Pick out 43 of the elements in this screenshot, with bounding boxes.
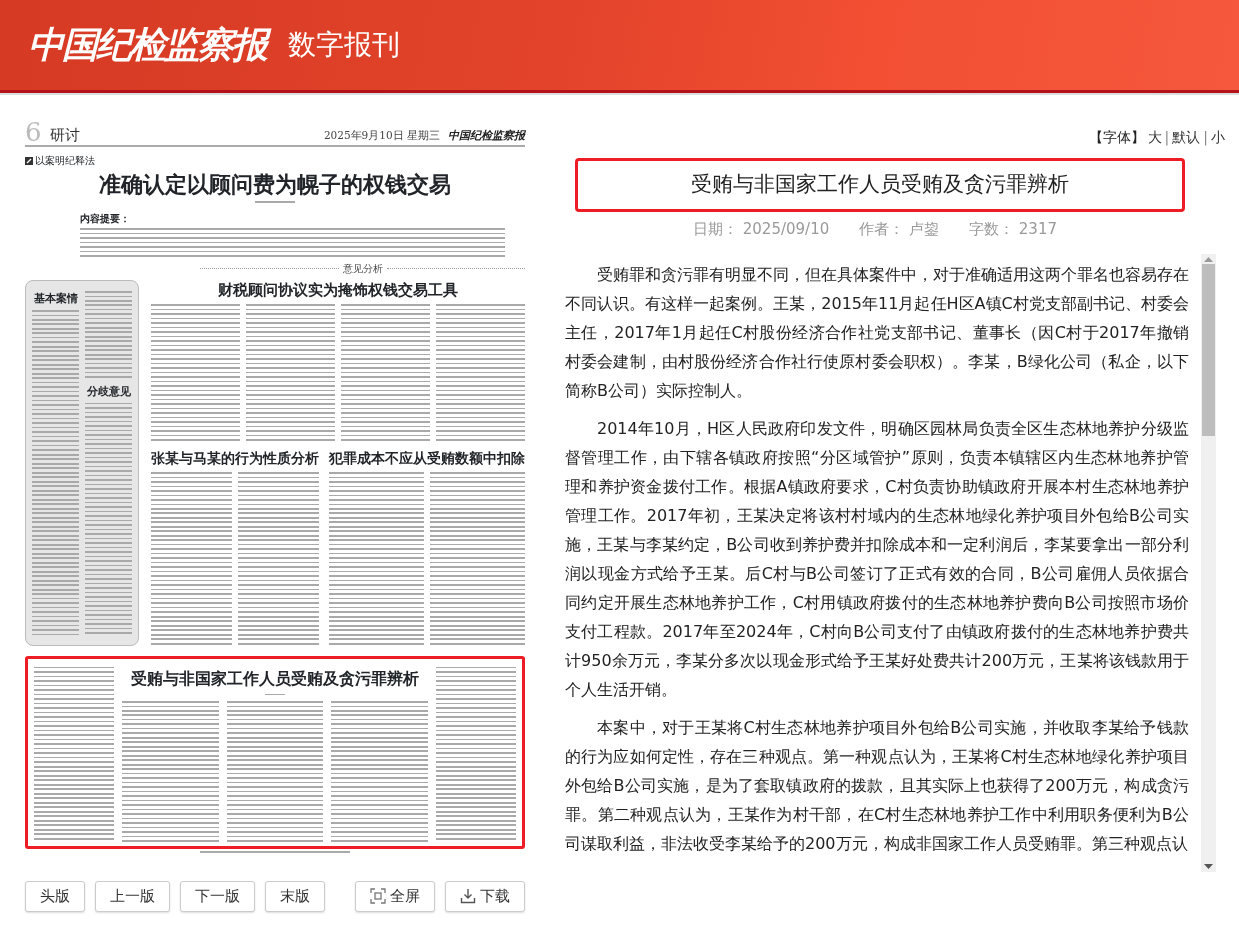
scroll-up-icon[interactable] xyxy=(1204,257,1213,262)
scroll-down-icon[interactable] xyxy=(1204,864,1213,869)
highlighted-article[interactable]: 受贿与非国家工作人员受贿及贪污罪辨析 xyxy=(25,656,525,850)
page-nav-button[interactable]: 上一版 xyxy=(95,881,170,912)
tag-icon xyxy=(25,156,33,165)
article-headline: 受贿与非国家工作人员受贿及贪污罪辨析 xyxy=(130,668,420,691)
summary-label: 内容提要： xyxy=(80,211,131,226)
logo: 中国纪检监察报 xyxy=(26,21,274,69)
sidebar-heading: 分歧意见 xyxy=(85,383,132,400)
page-nav-button[interactable]: 下一版 xyxy=(180,881,255,912)
article-title: 受贿与非国家工作人员受贿及贪污罪辨析 xyxy=(575,158,1185,212)
page-number: 6 xyxy=(25,120,42,144)
font-size-link[interactable]: 大 xyxy=(1147,127,1162,148)
article-meta: 日期： 2025/09/10 xyxy=(693,218,830,240)
font-size-label: 【字体】 xyxy=(1088,128,1145,147)
newspaper-headline: 准确认定以顾问费为幌子的权钱交易 xyxy=(98,170,452,198)
font-size-link[interactable]: 小 xyxy=(1211,127,1225,148)
article-meta: 字数： 2317 xyxy=(969,218,1057,240)
subhead: 犯罪成本不应从受贿数额中扣除 xyxy=(329,448,525,468)
page-date: 2025年9月10日 星期三 xyxy=(323,128,440,144)
fullscreen-icon xyxy=(370,888,386,905)
article-paragraph: 2014年10月，H区人民政府印发文件，明确区园林局负责全区生态林地养护分级监督管理工作，由下辖各镇政府按照“分区域管护”原则，负责本镇辖区内生态林地养护管理和养护资金拨付工作。根据A镇政府要求，C村负责协助镇政府开展本村生态林地养护管理工作。2017年初，王某决定将该村村域内的生态林地绿化养护项目外包给B公司实施，王某与李某约定，B公司收到养护费并扣除成本和一定利润后，李某要拿出一部分利润以现金方式给予王某。后C村与B公司签订了正式有效的合同，B公司雇佣人员依据合同约定开展生态林地养护工作，C村用镇政府拨付的生态林地养护费向B公司按照市场价支付工程款。2017年至2024年，C村向B公司支付了由镇政府拨付的生态林地养护费共计950余万元，李某分多次以现金形式给予王某好处费共计200万元，王某将该钱款用于个人生活开销。 xyxy=(565,418,1189,701)
sidebar-heading: 基本案情 xyxy=(32,290,79,307)
text-lines-drawing xyxy=(255,201,295,205)
page-nav-button[interactable]: 末版 xyxy=(265,881,325,912)
article-paragraph: 受贿罪和贪污罪有明显不同，但在具体案件中，对于准确适用这两个罪名也容易存在不同认识。有这样一起案例。王某，2015年11月起任H区A镇C村党支部副书记、村委会主任，2017年1月起任C村股份经济合作社党支部书记、董事长（因C村于2017年撤销村委会建制，由村股份经济合作社行使原村委会职权）。李某，B绿化公司（私企，以下简称B公司）实际控制人。 xyxy=(565,264,1189,402)
tool-button[interactable]: 全屏 xyxy=(355,881,435,912)
article-meta: 作者： 卢鋆 xyxy=(859,218,940,240)
article-paragraph: 本案中，对于王某将C村生态林地养护项目外包给B公司实施，并收取李某给予钱款的行为应如何定性，存在三种观点。第一种观点认为，王某将C村生态林地绿化养护项目外包给B公司实施，是为了套取镇政府的拨款，且其实际上也获得了200万元，构成贪污罪。第二种观点认为，王某作为村干部，在C村生态林地养护工作中利用职务便利为B公司谋取利益，非法收受李某给予的200万元，构成非国家工作人员受贿罪。第三种观点认 xyxy=(565,717,1189,855)
divider-label: 意见分析 xyxy=(342,261,383,276)
font-size-link[interactable]: 默认 xyxy=(1172,127,1201,148)
separator: | xyxy=(1203,128,1208,148)
download-icon xyxy=(460,888,476,905)
scrollbar-thumb[interactable] xyxy=(1202,264,1215,436)
header-subtitle: 数字报刊 xyxy=(288,27,400,63)
section-title: 研讨 xyxy=(49,126,80,144)
column-tag: 以案明纪释法 xyxy=(35,153,95,168)
masthead: 中国纪检监察报 xyxy=(448,127,525,144)
subhead: 财税顾问协议实为掩饰权钱交易工具 xyxy=(217,279,459,300)
tool-button[interactable]: 下载 xyxy=(445,881,525,912)
subhead: 张某与马某的行为性质分析 xyxy=(151,448,319,468)
separator: | xyxy=(1164,128,1170,148)
page-nav-button[interactable]: 头版 xyxy=(25,881,85,912)
